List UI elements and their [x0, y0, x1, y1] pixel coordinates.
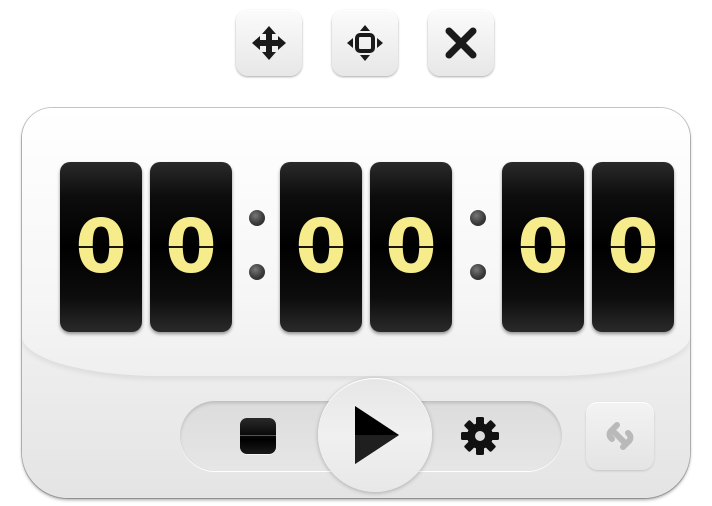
stop-button[interactable] — [240, 418, 276, 454]
gear-icon — [461, 417, 499, 455]
colon-separator-dot — [249, 264, 265, 280]
resize-button[interactable] — [332, 10, 398, 76]
colon-separator-dot — [470, 264, 486, 280]
close-icon — [445, 27, 477, 59]
chain-link-icon — [606, 422, 634, 450]
timer-widget-stage: 0 0 0 0 0 0 — [0, 0, 712, 506]
colon-separator-dot — [470, 210, 486, 226]
settings-button[interactable] — [458, 414, 502, 458]
link-button[interactable] — [586, 402, 654, 470]
move-button[interactable] — [236, 10, 302, 76]
play-button[interactable] — [318, 378, 432, 492]
minutes-tens-digit: 0 — [280, 162, 362, 332]
resize-icon — [347, 25, 383, 61]
timer-panel: 0 0 0 0 0 0 — [22, 108, 690, 498]
move-arrows-icon — [252, 26, 286, 60]
seconds-tens-digit: 0 — [502, 162, 584, 332]
hours-tens-digit: 0 — [60, 162, 142, 332]
hours-ones-digit: 0 — [150, 162, 232, 332]
seconds-ones-digit: 0 — [592, 162, 674, 332]
close-button[interactable] — [428, 10, 494, 76]
play-icon — [355, 406, 399, 464]
colon-separator-dot — [249, 210, 265, 226]
minutes-ones-digit: 0 — [370, 162, 452, 332]
